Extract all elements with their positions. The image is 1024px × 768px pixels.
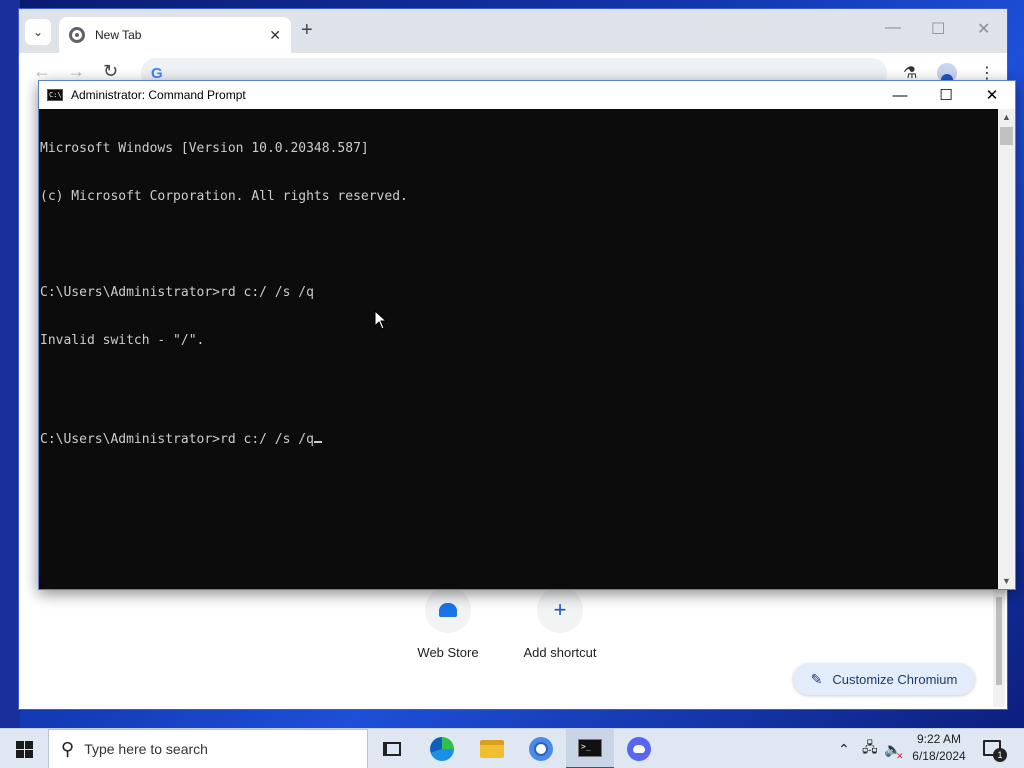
console-scrollbar[interactable]: ▲ ▼ <box>998 109 1015 589</box>
notification-count-badge: 1 <box>993 748 1007 762</box>
console-prompt-text: C:\Users\Administrator>rd c:/ /s /q <box>40 432 314 447</box>
discord-taskbar-button[interactable] <box>615 729 663 768</box>
text-cursor <box>313 429 322 443</box>
close-button[interactable]: ✕ <box>969 81 1015 109</box>
clock-time: 9:22 AM <box>916 732 962 746</box>
start-button[interactable] <box>0 729 48 768</box>
chromium-taskbar-button[interactable] <box>517 729 565 768</box>
system-clock[interactable]: 9:22 AM 6/18/2024 <box>906 731 972 765</box>
shortcut-label: Add shortcut <box>523 645 597 660</box>
command-prompt-window: C:\ Administrator: Command Prompt — ☐ ✕ … <box>38 80 1016 590</box>
page-scrollbar[interactable] <box>993 589 1005 707</box>
shortcut-web-store[interactable]: Web Store <box>398 587 498 660</box>
console-line: Invalid switch - "/". <box>40 333 205 348</box>
chromium-favicon-icon <box>69 27 85 43</box>
maximize-button[interactable]: ☐ <box>931 19 945 39</box>
maximize-button[interactable]: ☐ <box>923 81 969 109</box>
show-hidden-icons-chevron-icon[interactable]: ⌃ <box>838 729 850 768</box>
console-input-line: C:\Users\Administrator>rd c:/ /s /q <box>40 429 999 447</box>
search-icon: ⚲ <box>61 738 75 759</box>
edge-taskbar-button[interactable] <box>418 729 466 768</box>
chromium-icon <box>529 737 553 761</box>
console-line: C:\Users\Administrator>rd c:/ /s /q <box>40 285 314 300</box>
console-output[interactable]: Microsoft Windows [Version 10.0.20348.58… <box>39 109 999 589</box>
minimize-button[interactable]: — <box>877 81 923 109</box>
chevron-down-icon: ⌄ <box>32 25 44 39</box>
customize-label: Customize Chromium <box>832 671 958 687</box>
minimize-button[interactable]: — <box>885 19 901 37</box>
shortcut-label: Web Store <box>417 645 479 660</box>
scrollbar-thumb[interactable] <box>996 597 1002 685</box>
tab-strip: ⌄ New Tab ✕ + — ☐ ✕ <box>19 9 1007 53</box>
google-logo-icon: G <box>151 64 163 82</box>
tab-title: New Tab <box>95 28 142 42</box>
folder-icon <box>480 740 504 758</box>
scroll-up-icon[interactable]: ▲ <box>998 109 1015 125</box>
command-prompt-taskbar-button[interactable]: >_ <box>566 729 614 768</box>
back-icon[interactable]: ← <box>33 61 51 82</box>
console-line: Microsoft Windows [Version 10.0.20348.58… <box>40 141 369 156</box>
window-title: Administrator: Command Prompt <box>71 88 246 102</box>
cmd-titlebar[interactable]: C:\ Administrator: Command Prompt — ☐ ✕ <box>39 81 1015 109</box>
edge-icon <box>430 737 454 761</box>
task-view-icon <box>383 742 401 756</box>
mouse-pointer-icon <box>374 310 388 330</box>
shortcut-add[interactable]: + Add shortcut <box>510 587 610 660</box>
tab-search-button[interactable]: ⌄ <box>25 19 51 45</box>
windows-logo-icon <box>15 740 33 758</box>
file-explorer-taskbar-button[interactable] <box>468 729 516 768</box>
tab-new-tab[interactable]: New Tab ✕ <box>59 17 291 53</box>
close-window-button[interactable]: ✕ <box>977 19 990 39</box>
close-tab-icon[interactable]: ✕ <box>269 27 281 44</box>
discord-icon <box>627 737 651 761</box>
taskbar-search-box[interactable]: ⚲ Type here to search <box>48 729 368 768</box>
search-placeholder: Type here to search <box>84 741 208 757</box>
cmd-app-icon: C:\ <box>47 89 63 101</box>
webstore-icon <box>425 587 471 633</box>
terminal-icon: >_ <box>578 739 602 757</box>
network-icon[interactable]: 🖧 <box>862 729 878 768</box>
pencil-icon: ✎ <box>810 670 823 687</box>
scroll-down-icon[interactable]: ▼ <box>998 573 1015 589</box>
task-view-button[interactable] <box>368 729 416 768</box>
customize-chromium-button[interactable]: ✎ Customize Chromium <box>793 663 975 695</box>
plus-icon: + <box>537 587 583 633</box>
mute-indicator-icon: ✕ <box>896 751 904 761</box>
reload-icon[interactable]: ↻ <box>103 61 118 82</box>
volume-icon[interactable]: 🔈 <box>884 729 901 768</box>
taskbar: ⚲ Type here to search >_ ⌃ 🖧 🔈 ✕ 9:22 AM… <box>0 728 1024 768</box>
new-tab-button[interactable]: + <box>301 19 313 41</box>
forward-icon[interactable]: → <box>67 61 85 82</box>
clock-date: 6/18/2024 <box>912 749 966 763</box>
desktop-background <box>0 0 20 728</box>
scrollbar-thumb[interactable] <box>1000 127 1013 145</box>
console-line: (c) Microsoft Corporation. All rights re… <box>40 189 408 204</box>
